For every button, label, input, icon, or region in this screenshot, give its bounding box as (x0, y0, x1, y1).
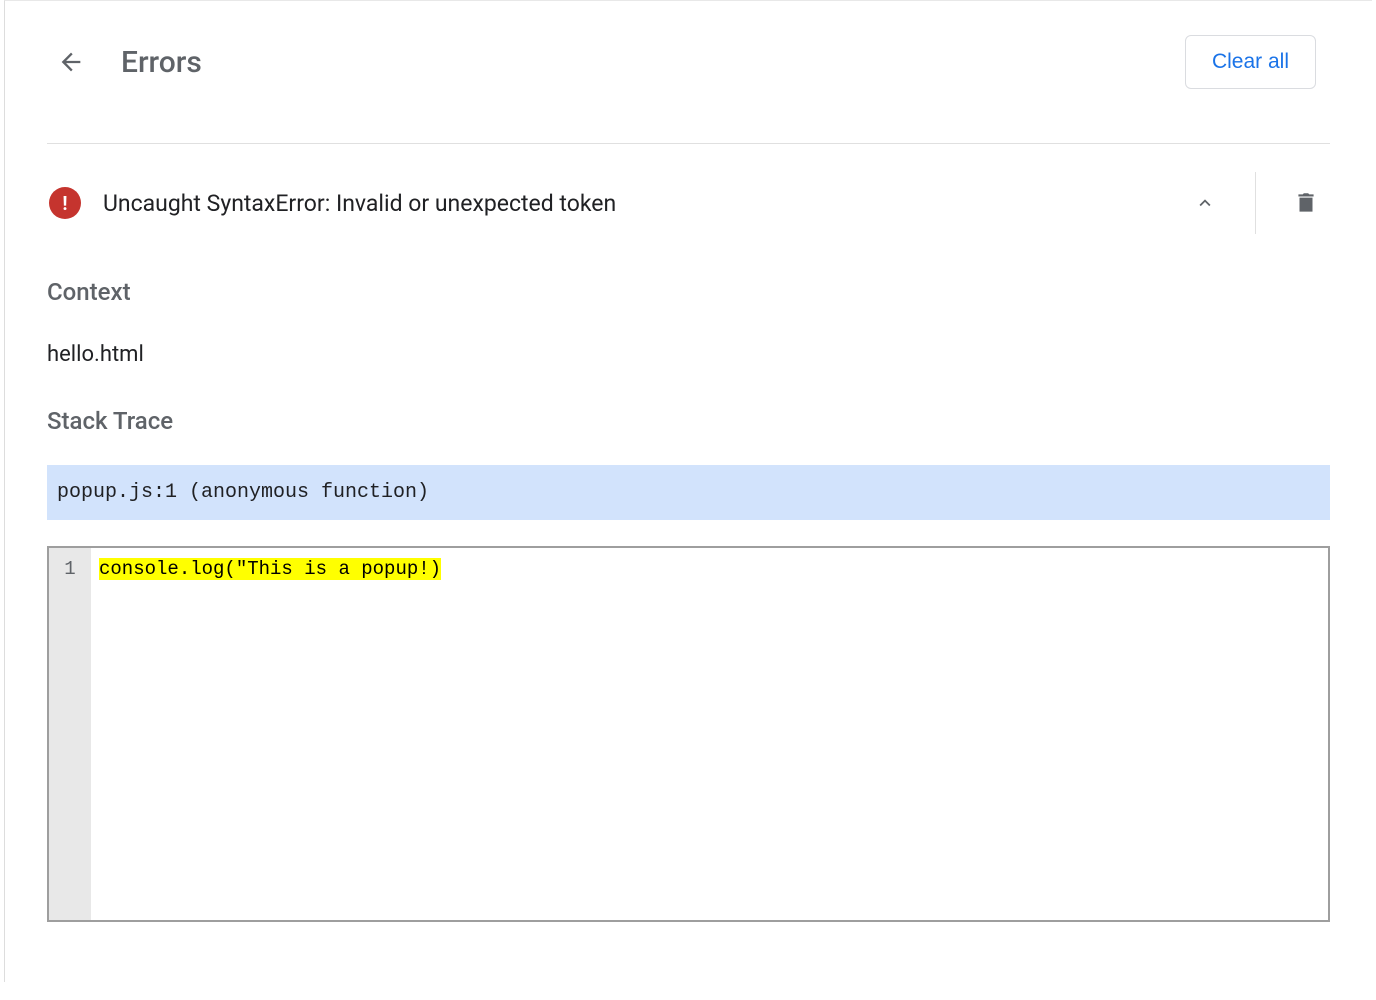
code-viewer: 1 console.log("This is a popup!) (47, 546, 1330, 922)
separator (1255, 172, 1256, 234)
context-heading: Context (47, 278, 1330, 306)
code-line-highlight: console.log("This is a popup!) (99, 558, 441, 580)
trash-icon (1293, 190, 1319, 216)
error-icon: ! (49, 187, 81, 219)
stack-trace-entry[interactable]: popup.js:1 (anonymous function) (47, 465, 1330, 520)
delete-button[interactable] (1282, 179, 1330, 227)
error-header-actions (1181, 172, 1330, 234)
stack-trace-heading: Stack Trace (47, 407, 1330, 435)
arrow-left-icon (57, 48, 85, 76)
code-area: console.log("This is a popup!) (91, 548, 1328, 920)
context-file: hello.html (47, 342, 1330, 367)
header-bar: Errors Clear all (5, 1, 1372, 143)
line-number: 1 (49, 558, 91, 580)
error-header-row: ! Uncaught SyntaxError: Invalid or unexp… (47, 144, 1330, 264)
page-title: Errors (121, 45, 1185, 80)
back-arrow-button[interactable] (57, 48, 85, 76)
error-title: Uncaught SyntaxError: Invalid or unexpec… (103, 190, 1181, 217)
error-block: ! Uncaught SyntaxError: Invalid or unexp… (5, 144, 1372, 922)
collapse-button[interactable] (1181, 179, 1229, 227)
chevron-up-icon (1194, 192, 1216, 214)
code-gutter: 1 (49, 548, 91, 920)
clear-all-button[interactable]: Clear all (1185, 35, 1316, 89)
